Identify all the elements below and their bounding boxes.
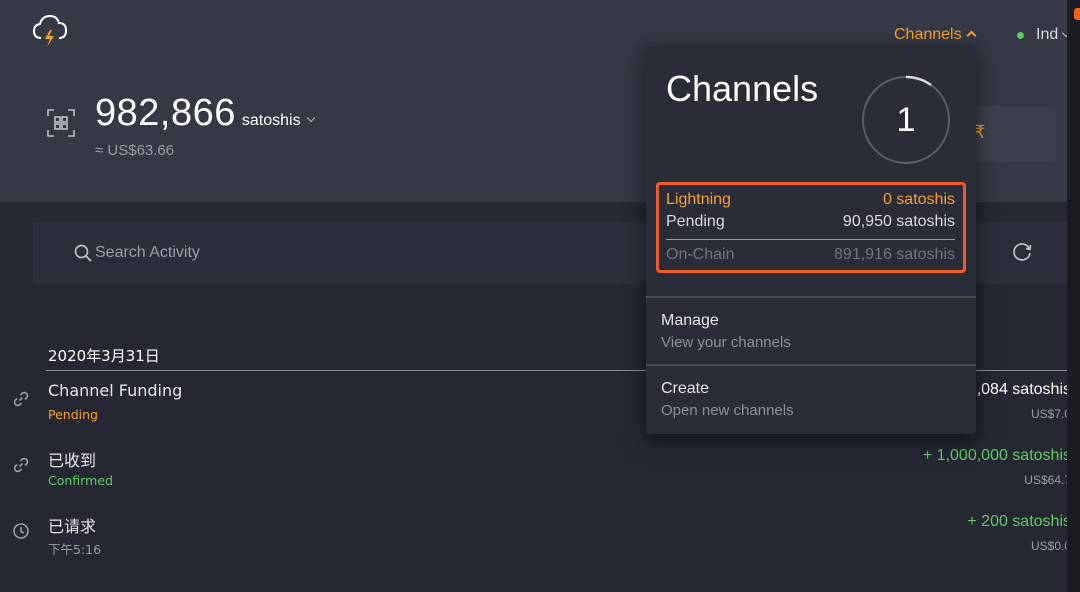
activity-date-heading: 2020年3月31日: [48, 347, 160, 365]
pending-value: 90,950 satoshis: [842, 213, 955, 230]
channel-count: 1: [896, 101, 916, 139]
status-dot-icon: [1017, 32, 1024, 39]
search-icon: [74, 244, 92, 262]
create-channel-item[interactable]: Create Open new channels: [646, 368, 976, 434]
node-label: Ind: [1036, 26, 1059, 43]
lightning-label: Lightning: [666, 191, 731, 208]
lightning-value: 0 satoshis: [882, 191, 955, 208]
popover-title: Channels: [666, 68, 819, 109]
activity-fiat: US$0.0: [1030, 539, 1071, 553]
channels-nav-toggle[interactable]: Channels: [894, 26, 977, 44]
activity-status: 下午5:16: [48, 542, 102, 557]
activity-title[interactable]: Channel Funding: [48, 381, 182, 400]
cloud-lightning-logo-icon: [32, 14, 68, 47]
manage-channels-item[interactable]: Manage View your channels: [646, 300, 976, 366]
divider: [666, 239, 955, 240]
divider: [646, 364, 976, 366]
menu-item-subtitle: View your channels: [661, 334, 791, 351]
activity-amount: + 200 satoshis: [967, 513, 1071, 530]
activity-title[interactable]: 已收到: [48, 447, 96, 471]
balance-amount: 982,866: [95, 92, 236, 134]
menu-item-title: Manage: [661, 312, 719, 329]
activity-amount: 3,084 satoshis: [967, 381, 1071, 398]
activity-title[interactable]: 已请求: [48, 513, 96, 537]
activity-status: Confirmed: [48, 473, 113, 488]
node-selector[interactable]: Ind: [1036, 26, 1071, 44]
window-edge: [1067, 0, 1080, 592]
clock-icon: [13, 523, 29, 539]
notification-marker: [1074, 8, 1080, 20]
chevron-up-icon: [966, 30, 977, 41]
divider: [646, 296, 976, 298]
link-icon: [13, 391, 29, 407]
onchain-label: On-Chain: [666, 246, 735, 263]
balance-fiat: ≈ US$63.66: [95, 142, 175, 159]
search-input[interactable]: [95, 240, 495, 266]
activity-status: Pending: [48, 407, 98, 422]
activity-amount: + 1,000,000 satoshis: [922, 447, 1071, 464]
onchain-value: 891,916 satoshis: [834, 246, 955, 263]
link-icon: [13, 457, 29, 473]
pending-label: Pending: [666, 213, 725, 230]
wallet-balance[interactable]: 982,866 satoshis: [95, 92, 315, 135]
channels-nav-label: Channels: [894, 26, 962, 43]
channels-popover: Channels 1 Lightning 0 satoshis Pending …: [646, 46, 976, 434]
chevron-down-icon: [306, 113, 315, 123]
refresh-icon[interactable]: [1011, 240, 1033, 262]
menu-item-title: Create: [661, 380, 710, 397]
activity-fiat: US$7.0: [1030, 407, 1071, 421]
activity-fiat: US$64.7: [1024, 473, 1071, 487]
balance-unit: satoshis: [241, 112, 301, 129]
menu-item-subtitle: Open new channels: [661, 402, 794, 419]
qr-code-icon[interactable]: [47, 109, 75, 137]
